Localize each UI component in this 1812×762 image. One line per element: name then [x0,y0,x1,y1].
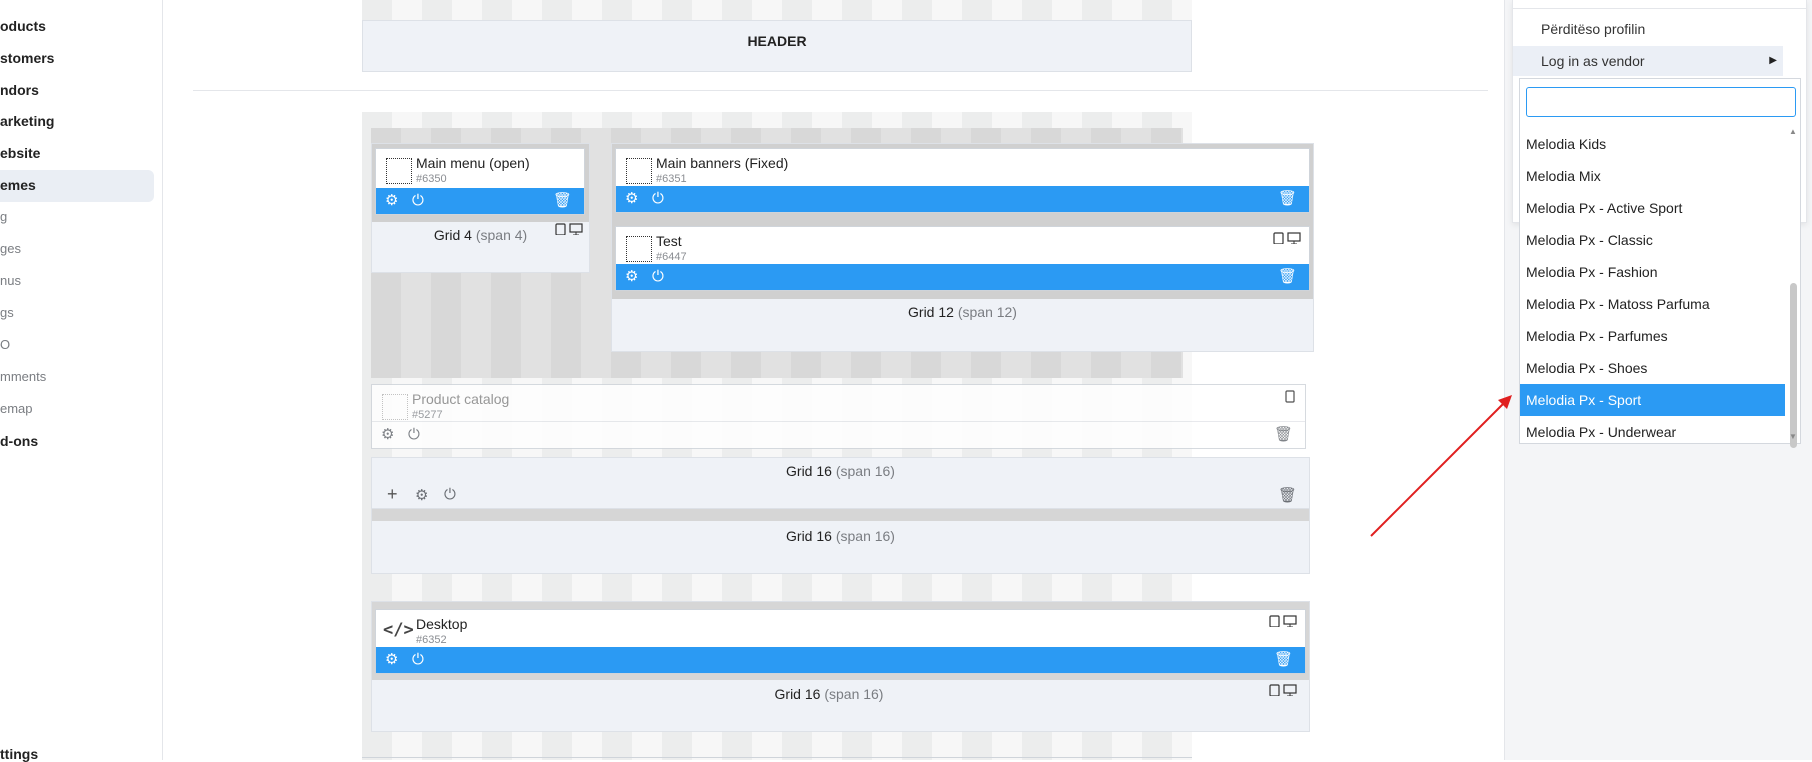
code-icon: </> [383,620,414,640]
trash-icon[interactable]: 🗑 [1274,652,1293,668]
vendor-option[interactable]: Melodia Px - Sport [1520,384,1785,416]
trash-icon[interactable]: 🗑 [553,193,572,209]
vendor-option[interactable]: Melodia Px - Underwear [1520,416,1785,448]
menu-item-edit-profile[interactable]: Përditëso profilin [1513,14,1783,44]
block-id: #6352 [416,634,447,646]
grid-12[interactable]: Main banners (Fixed) #6351 ⚙ ⏻ 🗑 Test #6… [611,143,1314,352]
sidebar-item[interactable]: mments [0,369,46,384]
placeholder-icon [382,394,408,420]
placeholder-icon [386,158,412,184]
block-toolbar: ⚙ ⏻ 🗑 [376,188,584,214]
tablet-icon[interactable] [1285,390,1295,403]
trash-icon[interactable]: 🗑 [1278,191,1297,207]
gear-icon[interactable]: ⚙ [385,652,398,668]
grid-4[interactable]: Main menu (open) #6350 ⚙ ⏻ 🗑 Grid 4 (spa… [371,143,590,273]
grid-16-a-label: Grid 16 (span 16) [786,463,895,479]
block-main-menu[interactable]: Main menu (open) #6350 ⚙ ⏻ 🗑 [375,148,585,215]
power-icon[interactable]: ⏻ [652,269,664,285]
power-icon[interactable]: ⏻ [444,486,456,503]
power-icon[interactable]: ⏻ [408,427,420,443]
block-title: Test [656,233,682,249]
trash-icon[interactable]: 🗑 [1278,486,1297,504]
sidebar-item[interactable]: g [0,209,7,224]
block-id: #6351 [656,173,687,185]
block-toolbar: ⚙ ⏻ 🗑 [616,186,1309,212]
grid-16-c[interactable]: </> Desktop #6352 ⚙ ⏻ 🗑 Grid 16 (span 16… [371,601,1310,732]
block-id: #6447 [656,251,687,263]
grid-16-c-label: Grid 16 (span 16) [774,686,884,702]
vendor-option[interactable]: Melodia Px - Classic [1520,224,1785,256]
grid-16-b[interactable]: Grid 16 (span 16) [371,508,1310,574]
trash-icon[interactable]: 🗑 [1278,269,1297,285]
block-toolbar: ⚙ ⏻ 🗑 [372,421,1305,448]
trash-icon[interactable]: 🗑 [1274,427,1293,443]
block-toolbar: ⚙ ⏻ 🗑 [616,264,1309,290]
vendor-submenu: Melodia Kids Melodia Mix Melodia Px - Acti… [1519,78,1801,448]
device-icons[interactable] [1273,232,1301,244]
block-desktop[interactable]: </> Desktop #6352 ⚙ ⏻ 🗑 [375,609,1306,674]
sidebar-item[interactable]: emap [0,401,33,416]
placeholder-icon [626,158,652,184]
block-title: Main banners (Fixed) [656,155,789,171]
block-test[interactable]: Test #6447 ⚙ ⏻ 🗑 [615,226,1310,291]
grid-4-label: Grid 4 (span 4) [433,227,528,243]
menu-item-login-as-vendor[interactable]: Log in as vendor ▶ [1513,46,1783,76]
layout-editor: HEADER Main menu (open) #6350 ⚙ ⏻ 🗑 Grid… [163,0,1503,760]
vendor-search-input[interactable] [1526,87,1796,117]
plus-icon[interactable]: + [387,484,398,505]
power-icon[interactable]: ⏻ [412,652,424,668]
sidebar-item[interactable]: O [0,337,10,352]
vendor-option[interactable]: Melodia Px - Parfumes [1520,320,1785,352]
block-product-catalog[interactable]: Product catalog #5277 ⚙ ⏻ 🗑 [371,384,1306,449]
grid-12-label: Grid 12 (span 12) [908,304,1017,320]
scrollbar[interactable]: ▲ ▼ [1788,127,1798,448]
block-main-banners[interactable]: Main banners (Fixed) #6351 ⚙ ⏻ 🗑 [615,148,1310,213]
sidebar-item[interactable]: emes [0,177,36,193]
gear-icon[interactable]: ⚙ [415,486,428,504]
sidebar-item[interactable]: oducts [0,18,46,34]
admin-sidebar: oducts stomers ndors arketing ebsite emes g ges… [0,0,163,762]
scrollbar-thumb[interactable] [1790,283,1797,448]
section-divider [193,90,1488,91]
gear-icon[interactable]: ⚙ [385,193,398,209]
sidebar-item[interactable]: ges [0,241,21,256]
block-id: #5277 [412,409,443,421]
gear-icon[interactable]: ⚙ [625,191,638,207]
header-stripes [362,0,1192,20]
menu-item-label: Log in as vendor [1541,53,1645,69]
block-id: #6350 [416,173,447,185]
scroll-down-icon[interactable]: ▼ [1789,432,1797,441]
sidebar-item[interactable]: stomers [0,50,54,66]
block-title: Product catalog [412,391,510,407]
gear-icon[interactable]: ⚙ [625,269,638,285]
vendor-option[interactable]: Melodia Px - Fashion [1520,256,1785,288]
vendor-option[interactable]: Melodia Px - Shoes [1520,352,1785,384]
grid-16-b-label: Grid 16 (span 16) [786,528,895,544]
grid-16-a[interactable]: Grid 16 (span 16) + ⚙ ⏻ 🗑 [371,457,1310,510]
vendor-option[interactable]: Melodia Px - Matoss Parfuma [1520,288,1785,320]
header-container[interactable]: HEADER [362,20,1192,72]
power-icon[interactable]: ⏻ [412,193,424,209]
placeholder-icon [626,236,652,262]
caret-right-icon: ▶ [1769,55,1777,66]
gear-icon[interactable]: ⚙ [381,427,394,443]
annotation-arrow [1370,395,1512,537]
container-bottom-border [362,757,1192,758]
sidebar-item[interactable]: ndors [0,82,39,98]
vendor-option[interactable]: Melodia Px - Active Sport [1520,192,1785,224]
block-toolbar: ⚙ ⏻ 🗑 [376,647,1305,673]
power-icon[interactable]: ⏻ [652,191,664,207]
vendor-option[interactable]: Melodia Kids [1520,128,1785,160]
sidebar-item[interactable]: gs [0,305,14,320]
scroll-up-icon[interactable]: ▲ [1789,127,1797,136]
header-label: HEADER [747,33,807,49]
sidebar-item[interactable]: arketing [0,113,54,129]
sidebar-item[interactable]: nus [0,273,21,288]
block-title: Desktop [416,616,468,632]
sidebar-item[interactable]: d-ons [0,433,38,449]
sidebar-item[interactable]: ebsite [0,145,40,161]
device-icons[interactable] [1269,615,1297,627]
block-title: Main menu (open) [416,155,530,171]
vendor-option[interactable]: Melodia Mix [1520,160,1785,192]
